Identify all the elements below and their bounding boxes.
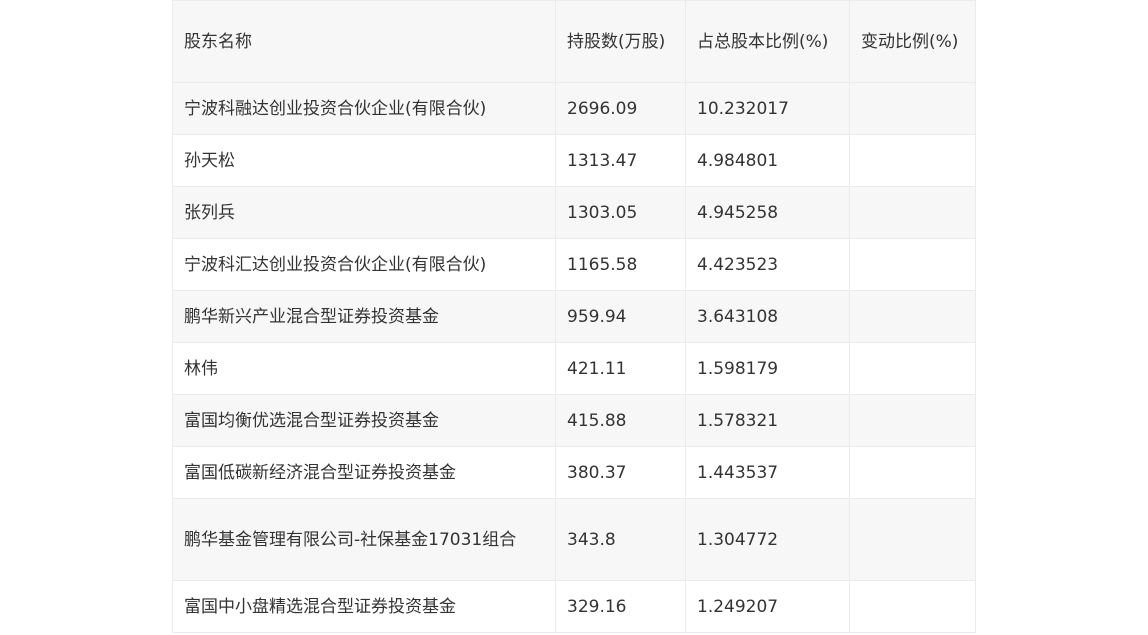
cell-change-ratio <box>849 82 976 135</box>
cell-shares: 329.16 <box>555 580 686 633</box>
cell-shareholder-name: 孙天松 <box>172 134 556 187</box>
cell-change-ratio <box>849 290 976 343</box>
header-change-ratio: 变动比例(%) <box>849 0 976 83</box>
cell-change-ratio <box>849 394 976 447</box>
cell-change-ratio <box>849 134 976 187</box>
table-row: 林伟 421.11 1.598179 <box>172 342 976 395</box>
cell-shareholder-name: 富国低碳新经济混合型证券投资基金 <box>172 446 556 499</box>
cell-shares: 1313.47 <box>555 134 686 187</box>
cell-change-ratio <box>849 238 976 291</box>
shareholder-table: 股东名称 持股数(万股) 占总股本比例(%) 变动比例(%) 宁波科融达创业投资… <box>172 0 976 633</box>
shareholder-table-container: 股东名称 持股数(万股) 占总股本比例(%) 变动比例(%) 宁波科融达创业投资… <box>172 0 976 633</box>
cell-shares: 421.11 <box>555 342 686 395</box>
cell-change-ratio <box>849 446 976 499</box>
cell-share-ratio: 1.598179 <box>685 342 850 395</box>
header-row: 股东名称 持股数(万股) 占总股本比例(%) 变动比例(%) <box>172 0 976 83</box>
table-row: 富国中小盘精选混合型证券投资基金 329.16 1.249207 <box>172 580 976 633</box>
table-row: 宁波科融达创业投资合伙企业(有限合伙) 2696.09 10.232017 <box>172 82 976 135</box>
cell-share-ratio: 10.232017 <box>685 82 850 135</box>
table-header: 股东名称 持股数(万股) 占总股本比例(%) 变动比例(%) <box>172 0 976 83</box>
cell-share-ratio: 4.423523 <box>685 238 850 291</box>
cell-change-ratio <box>849 580 976 633</box>
cell-shares: 1165.58 <box>555 238 686 291</box>
cell-shares: 380.37 <box>555 446 686 499</box>
cell-share-ratio: 1.443537 <box>685 446 850 499</box>
cell-shares: 2696.09 <box>555 82 686 135</box>
table-row: 鹏华新兴产业混合型证券投资基金 959.94 3.643108 <box>172 290 976 343</box>
cell-shareholder-name: 林伟 <box>172 342 556 395</box>
cell-shares: 343.8 <box>555 498 686 581</box>
cell-shareholder-name: 张列兵 <box>172 186 556 239</box>
table-row: 宁波科汇达创业投资合伙企业(有限合伙) 1165.58 4.423523 <box>172 238 976 291</box>
cell-share-ratio: 1.304772 <box>685 498 850 581</box>
cell-shares: 415.88 <box>555 394 686 447</box>
cell-change-ratio <box>849 342 976 395</box>
cell-shareholder-name: 宁波科融达创业投资合伙企业(有限合伙) <box>172 82 556 135</box>
table-row: 张列兵 1303.05 4.945258 <box>172 186 976 239</box>
cell-shares: 1303.05 <box>555 186 686 239</box>
table-row: 富国均衡优选混合型证券投资基金 415.88 1.578321 <box>172 394 976 447</box>
cell-shares: 959.94 <box>555 290 686 343</box>
cell-share-ratio: 3.643108 <box>685 290 850 343</box>
header-shareholder-name: 股东名称 <box>172 0 556 83</box>
table-row: 孙天松 1313.47 4.984801 <box>172 134 976 187</box>
cell-share-ratio: 4.984801 <box>685 134 850 187</box>
table-row: 富国低碳新经济混合型证券投资基金 380.37 1.443537 <box>172 446 976 499</box>
cell-shareholder-name: 鹏华基金管理有限公司-社保基金17031组合 <box>172 498 556 581</box>
cell-share-ratio: 1.578321 <box>685 394 850 447</box>
header-share-ratio: 占总股本比例(%) <box>685 0 850 83</box>
header-shares: 持股数(万股) <box>555 0 686 83</box>
table-row: 鹏华基金管理有限公司-社保基金17031组合 343.8 1.304772 <box>172 498 976 581</box>
cell-change-ratio <box>849 498 976 581</box>
cell-change-ratio <box>849 186 976 239</box>
cell-shareholder-name: 宁波科汇达创业投资合伙企业(有限合伙) <box>172 238 556 291</box>
cell-shareholder-name: 鹏华新兴产业混合型证券投资基金 <box>172 290 556 343</box>
cell-shareholder-name: 富国均衡优选混合型证券投资基金 <box>172 394 556 447</box>
cell-share-ratio: 4.945258 <box>685 186 850 239</box>
cell-share-ratio: 1.249207 <box>685 580 850 633</box>
cell-shareholder-name: 富国中小盘精选混合型证券投资基金 <box>172 580 556 633</box>
table-body: 宁波科融达创业投资合伙企业(有限合伙) 2696.09 10.232017 孙天… <box>172 82 976 633</box>
